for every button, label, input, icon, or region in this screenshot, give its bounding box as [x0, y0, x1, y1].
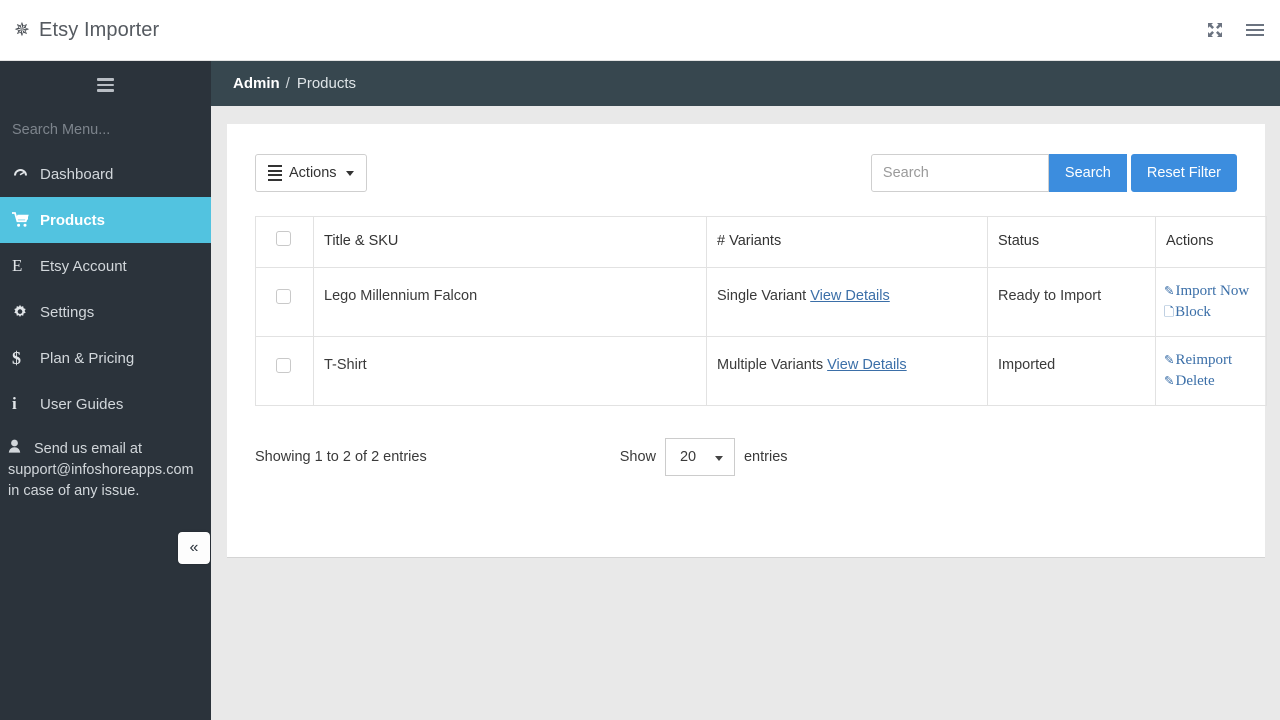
sidebar-search-input[interactable]: Search Menu... [0, 109, 211, 151]
table-head: Title & SKU # Variants Status Actions [256, 217, 1267, 268]
gear-icon: ✵ [14, 21, 30, 40]
cart-icon [12, 212, 40, 228]
view-details-link[interactable]: View Details [827, 357, 907, 373]
entries-label: entries [744, 449, 788, 465]
table-body: Lego Millennium Falcon Single Variant Vi… [256, 268, 1267, 406]
actions-label: Actions [289, 165, 337, 181]
sidebar-item-settings[interactable]: Settings [0, 289, 211, 335]
etsy-icon: E [12, 256, 40, 276]
search-input[interactable] [871, 154, 1049, 192]
support-text: Send us email at support@infoshoreapps.c… [8, 441, 194, 499]
row-status: Ready to Import [988, 268, 1156, 337]
sidebar-item-label: Products [40, 212, 105, 229]
sidebar-item-label: User Guides [40, 396, 123, 413]
file-icon: 🗋 [1164, 302, 1174, 323]
top-navbar: ✵ Etsy Importer [0, 0, 1280, 61]
page-size-select[interactable]: 20 [665, 438, 735, 476]
row-variants: Multiple Variants View Details [707, 337, 988, 406]
chevron-double-left-icon: « [190, 539, 199, 557]
main-content: Actions Search Reset Filter Title & SKU [211, 106, 1280, 720]
column-actions[interactable]: Actions [1156, 217, 1267, 268]
dashboard-icon [12, 167, 40, 182]
products-table: Title & SKU # Variants Status Actions Le… [255, 216, 1267, 406]
app-brand[interactable]: ✵ Etsy Importer [14, 19, 159, 42]
import-now-action[interactable]: ✎Import Now [1164, 281, 1266, 302]
actions-dropdown-button[interactable]: Actions [255, 154, 367, 192]
app-title: Etsy Importer [39, 19, 159, 42]
sidebar-collapse-button[interactable]: « [178, 532, 210, 564]
row-actions: ✎Reimport ✎Delete [1156, 337, 1267, 406]
variants-text: Single Variant [717, 288, 806, 304]
sidebar-toggle-button[interactable] [0, 61, 211, 109]
chevron-down-icon [346, 171, 354, 176]
support-note: Send us email at support@infoshoreapps.c… [0, 439, 211, 502]
products-card: Actions Search Reset Filter Title & SKU [227, 124, 1265, 558]
row-select-cell [256, 337, 314, 406]
hamburger-icon [97, 75, 114, 95]
sidebar-item-user-guides[interactable]: i User Guides [0, 381, 211, 427]
row-title: Lego Millennium Falcon [314, 268, 707, 337]
table-row: Lego Millennium Falcon Single Variant Vi… [256, 268, 1267, 337]
row-checkbox[interactable] [276, 358, 291, 373]
sidebar-item-dashboard[interactable]: Dashboard [0, 151, 211, 197]
row-actions: ✎Import Now 🗋Block [1156, 268, 1267, 337]
row-select-cell [256, 268, 314, 337]
select-all-cell [256, 217, 314, 268]
table-row: T-Shirt Multiple Variants View Details I… [256, 337, 1267, 406]
delete-action[interactable]: ✎Delete [1164, 371, 1266, 392]
block-action[interactable]: 🗋Block [1164, 302, 1266, 323]
user-icon [8, 439, 34, 460]
navbar-actions [1207, 22, 1264, 38]
search-button[interactable]: Search [1049, 154, 1127, 192]
page-size-value: 20 [680, 449, 696, 465]
sidebar-item-etsy-account[interactable]: E Etsy Account [0, 243, 211, 289]
sidebar-item-plan-pricing[interactable]: $ Plan & Pricing [0, 335, 211, 381]
table-footer: Showing 1 to 2 of 2 entries Show 20 entr… [255, 438, 1237, 476]
row-variants: Single Variant View Details [707, 268, 988, 337]
reimport-action[interactable]: ✎Reimport [1164, 350, 1266, 371]
table-header-row: Title & SKU # Variants Status Actions [256, 217, 1267, 268]
view-details-link[interactable]: View Details [810, 288, 890, 304]
list-icon [268, 163, 282, 183]
edit-icon: ✎ [1164, 371, 1174, 392]
sidebar-item-label: Settings [40, 304, 94, 321]
page-size-group: Show 20 entries [620, 438, 788, 476]
dollar-icon: $ [12, 348, 40, 369]
showing-entries-text: Showing 1 to 2 of 2 entries [255, 449, 427, 465]
sidebar-item-label: Dashboard [40, 166, 113, 183]
breadcrumb-separator: / [286, 75, 290, 92]
gear-icon [12, 304, 40, 320]
column-status[interactable]: Status [988, 217, 1156, 268]
sidebar-item-label: Plan & Pricing [40, 350, 134, 367]
variants-text: Multiple Variants [717, 357, 823, 373]
sidebar-item-label: Etsy Account [40, 258, 127, 275]
search-group: Search Reset Filter [871, 154, 1237, 192]
sidebar-item-products[interactable]: Products [0, 197, 211, 243]
info-icon: i [12, 394, 40, 414]
chevron-down-icon [715, 456, 723, 461]
column-title-sku[interactable]: Title & SKU [314, 217, 707, 268]
edit-icon: ✎ [1164, 350, 1174, 371]
fullscreen-icon[interactable] [1207, 22, 1223, 38]
row-checkbox[interactable] [276, 289, 291, 304]
row-title: T-Shirt [314, 337, 707, 406]
breadcrumb: Admin / Products [211, 61, 1280, 106]
column-variants[interactable]: # Variants [707, 217, 988, 268]
reset-filter-button[interactable]: Reset Filter [1131, 154, 1237, 192]
hamburger-menu-icon[interactable] [1246, 23, 1264, 37]
show-label: Show [620, 449, 656, 465]
breadcrumb-root[interactable]: Admin [233, 75, 280, 92]
edit-icon: ✎ [1164, 281, 1174, 302]
breadcrumb-current: Products [297, 75, 356, 92]
table-toolbar: Actions Search Reset Filter [255, 154, 1237, 198]
sidebar-menu: Dashboard Products E Etsy Account [0, 151, 211, 427]
row-status: Imported [988, 337, 1156, 406]
select-all-checkbox[interactable] [276, 231, 291, 246]
sidebar: Search Menu... Dashboard [0, 61, 211, 720]
